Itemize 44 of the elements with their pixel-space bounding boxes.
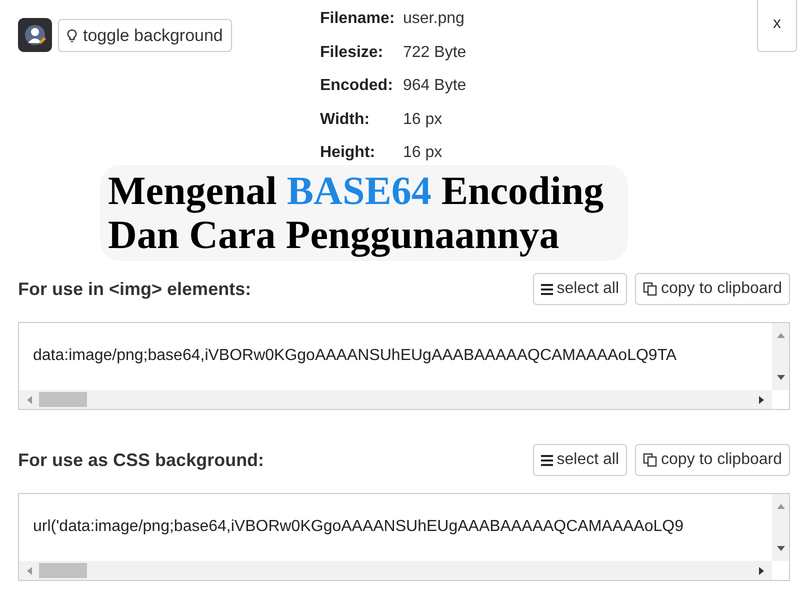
code-text-area[interactable]: data:image/png;base64,iVBORw0KGgoAAAANSUhEUgAAABAAAAAQCAMAAAAoLQ9TA	[18, 322, 790, 410]
lightbulb-icon	[67, 28, 77, 42]
copy-icon	[643, 282, 658, 296]
close-button[interactable]: x	[757, 0, 797, 52]
list-icon	[540, 284, 553, 294]
vertical-scrollbar[interactable]	[772, 494, 789, 561]
horizontal-scrollbar[interactable]	[19, 390, 772, 409]
encoded-text: url('data:image/png;base64,iVBORw0KGgoAAAANSUhEUgAAABAAAAAQCAMAAAAoLQ9	[32, 517, 684, 537]
info-value: 722 Byte	[403, 42, 468, 62]
info-value: 964 Byte	[403, 76, 468, 96]
info-value: user.png	[403, 9, 466, 29]
scroll-up-arrow-icon[interactable]	[776, 502, 786, 510]
scrollbar-thumb[interactable]	[39, 563, 87, 578]
scrollbar-thumb[interactable]	[39, 392, 87, 407]
info-label: Filename:	[320, 9, 396, 29]
section-heading: For use as CSS background:	[18, 450, 264, 470]
info-value: 16 px	[403, 110, 444, 130]
vertical-scrollbar[interactable]	[772, 323, 789, 390]
toggle-background-button[interactable]: toggle background	[58, 19, 232, 52]
file-preview-icon	[18, 18, 52, 52]
scroll-left-arrow-icon[interactable]	[25, 566, 33, 576]
copy-button[interactable]: copy to clipboard	[635, 444, 790, 476]
encoded-text: data:image/png;base64,iVBORw0KGgoAAAANSUhEUgAAABAAAAAQCAMAAAAoLQ9TA	[32, 346, 678, 366]
scroll-right-arrow-icon[interactable]	[758, 394, 766, 404]
select-all-button[interactable]: select all	[532, 273, 628, 305]
select-all-button[interactable]: select all	[532, 444, 628, 476]
info-label: Filesize:	[320, 42, 384, 62]
scroll-down-arrow-icon[interactable]	[776, 545, 786, 553]
scroll-down-arrow-icon[interactable]	[776, 374, 786, 382]
list-icon	[540, 454, 553, 466]
title-text: Mengenal BASE64 Encoding	[108, 169, 604, 213]
info-label: Encoded:	[320, 76, 394, 96]
info-label: Height:	[320, 143, 376, 163]
scroll-right-arrow-icon[interactable]	[758, 566, 766, 576]
info-label: Width:	[320, 110, 371, 130]
copy-button[interactable]: copy to clipboard	[635, 273, 790, 305]
title-text: Dan Cara Penggunaannya	[108, 213, 560, 257]
horizontal-scrollbar[interactable]	[19, 561, 772, 580]
scroll-left-arrow-icon[interactable]	[25, 394, 33, 404]
code-text-area[interactable]: url('data:image/png;base64,iVBORw0KGgoAAAANSUhEUgAAABAAAAAQCAMAAAAoLQ9	[18, 493, 790, 581]
copy-icon	[643, 453, 658, 467]
scroll-up-arrow-icon[interactable]	[776, 331, 786, 339]
info-value: 16 px	[403, 143, 444, 163]
section-heading: For use in <img> elements:	[18, 278, 252, 300]
